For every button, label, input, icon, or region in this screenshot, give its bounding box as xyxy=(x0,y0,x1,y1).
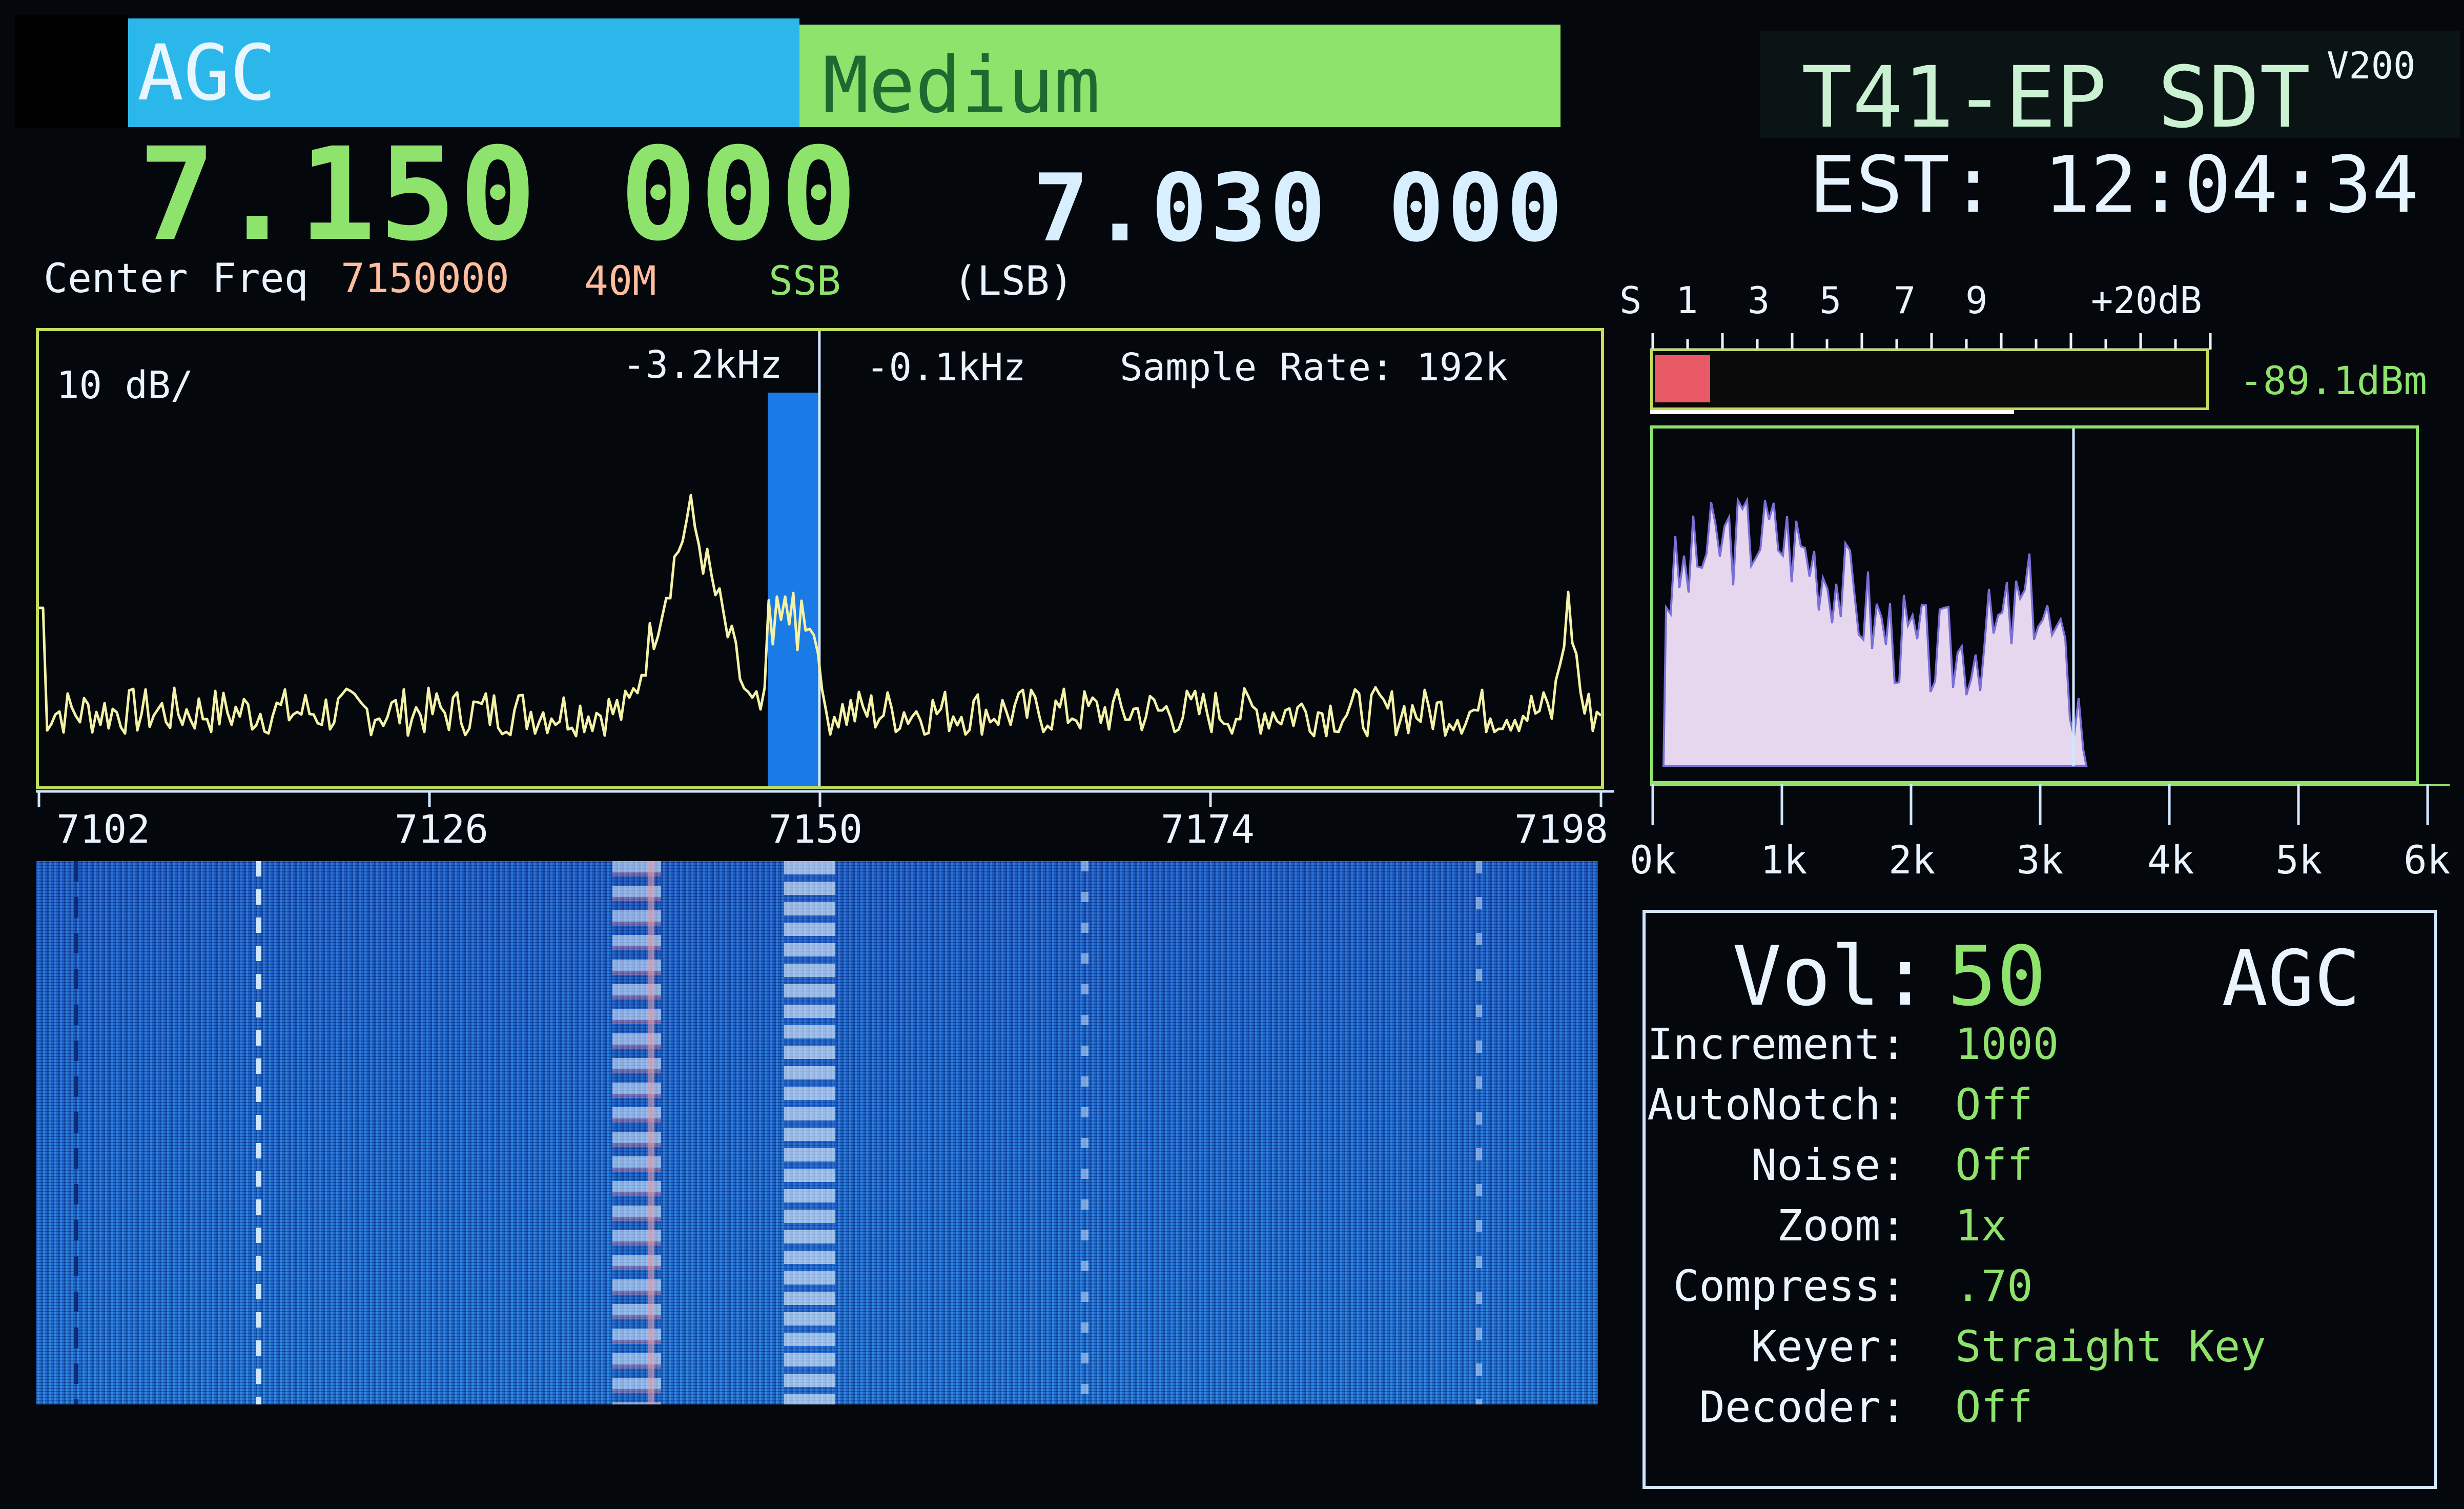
audio-spectrum-fill xyxy=(1662,496,2088,767)
audio-tick-label: 0k xyxy=(1630,837,1677,883)
audio-tick-label: 3k xyxy=(2017,837,2064,883)
audio-spectrum-plot xyxy=(1662,429,2088,767)
volume-value[interactable]: 50 xyxy=(1947,935,2046,1017)
filter-high-offset: -0.1kHz xyxy=(866,345,1026,390)
agc-label: AGC xyxy=(137,29,276,118)
increment-value[interactable]: 1000 xyxy=(1955,1023,2059,1066)
keyer-label: Keyer: xyxy=(1751,1321,1906,1372)
audio-frequency-axis: 0k 1k 2k 3k 4k 5k 6k xyxy=(1630,784,2460,887)
freq-tick-label: 7150 xyxy=(769,806,863,852)
audio-tick-label: 1k xyxy=(1760,837,1808,883)
freq-tick-label: 7126 xyxy=(395,806,489,852)
secondary-frequency[interactable]: 7.030 000 xyxy=(1033,161,1566,255)
waterfall-signal-trace xyxy=(74,861,78,1404)
decoder-value[interactable]: Off xyxy=(1955,1385,2033,1429)
waterfall-signal-trace xyxy=(784,861,835,1404)
agc-indicator: AGC xyxy=(2222,934,2360,1024)
corner-block xyxy=(15,15,128,128)
s-meter-bar xyxy=(1650,349,2209,410)
volume-label: Vol: xyxy=(1732,928,1930,1024)
signal-dbm-reading: -89.1dBm xyxy=(2240,358,2428,403)
sideband-label: (LSB) xyxy=(953,258,1074,304)
spectrum-plot xyxy=(39,331,1601,786)
mode-label: SSB xyxy=(769,258,841,304)
audio-tick-label: 4k xyxy=(2147,837,2194,883)
noise-value[interactable]: Off xyxy=(1955,1144,2033,1187)
agc-mode-label: Medium xyxy=(823,41,1100,130)
s-meter-underline xyxy=(1650,410,2014,414)
freq-tick-label: 7174 xyxy=(1161,806,1255,852)
waterfall-signal-trace xyxy=(256,861,261,1404)
center-freq-label: Center Freq xyxy=(44,256,309,302)
zoom-value[interactable]: 1x xyxy=(1955,1204,2007,1247)
noise-label: Noise: xyxy=(1751,1140,1906,1190)
audio-tick-label: 5k xyxy=(2275,837,2323,883)
audio-tick-label: 2k xyxy=(1888,837,1936,883)
increment-label: Increment: xyxy=(1647,1019,1906,1069)
audio-tick-label: 6k xyxy=(2404,837,2451,883)
audio-axis-ticks xyxy=(1650,784,2450,825)
passband-highlight xyxy=(768,393,818,786)
compress-label: Compress: xyxy=(1673,1261,1906,1311)
zoom-label: Zoom: xyxy=(1777,1200,1906,1251)
freq-tick-label: 7198 xyxy=(1514,806,1609,852)
s-meter-level xyxy=(1655,355,1710,402)
db-scale-label: 10 dB/ xyxy=(56,363,194,407)
waterfall-display[interactable] xyxy=(36,861,1598,1404)
decoder-label: Decoder: xyxy=(1699,1382,1906,1432)
compress-value[interactable]: .70 xyxy=(1955,1265,2033,1308)
waterfall-signal-trace xyxy=(648,861,654,1404)
band-label: 40M xyxy=(584,258,656,304)
version-label: V200 xyxy=(2327,44,2416,87)
freq-tick-label: 7102 xyxy=(56,806,151,852)
frequency-axis: 7102 7126 7150 7174 7198 xyxy=(36,789,1614,849)
clock-display: EST: 12:04:34 xyxy=(1809,139,2419,230)
sample-rate-label: Sample Rate: 192k xyxy=(1120,345,1508,390)
waterfall-signal-trace xyxy=(1476,861,1482,1404)
radio-title: T41-EP SDT xyxy=(1801,48,2311,147)
autonotch-label: AutoNotch: xyxy=(1647,1079,1906,1130)
waterfall-signal-trace xyxy=(1081,861,1089,1404)
keyer-value[interactable]: Straight Key xyxy=(1955,1325,2266,1368)
main-frequency[interactable]: 7.150 000 xyxy=(138,131,860,259)
autonotch-value[interactable]: Off xyxy=(1955,1083,2033,1126)
center-freq-value: 7150000 xyxy=(341,256,509,302)
filter-low-offset: -3.2kHz xyxy=(623,343,783,387)
